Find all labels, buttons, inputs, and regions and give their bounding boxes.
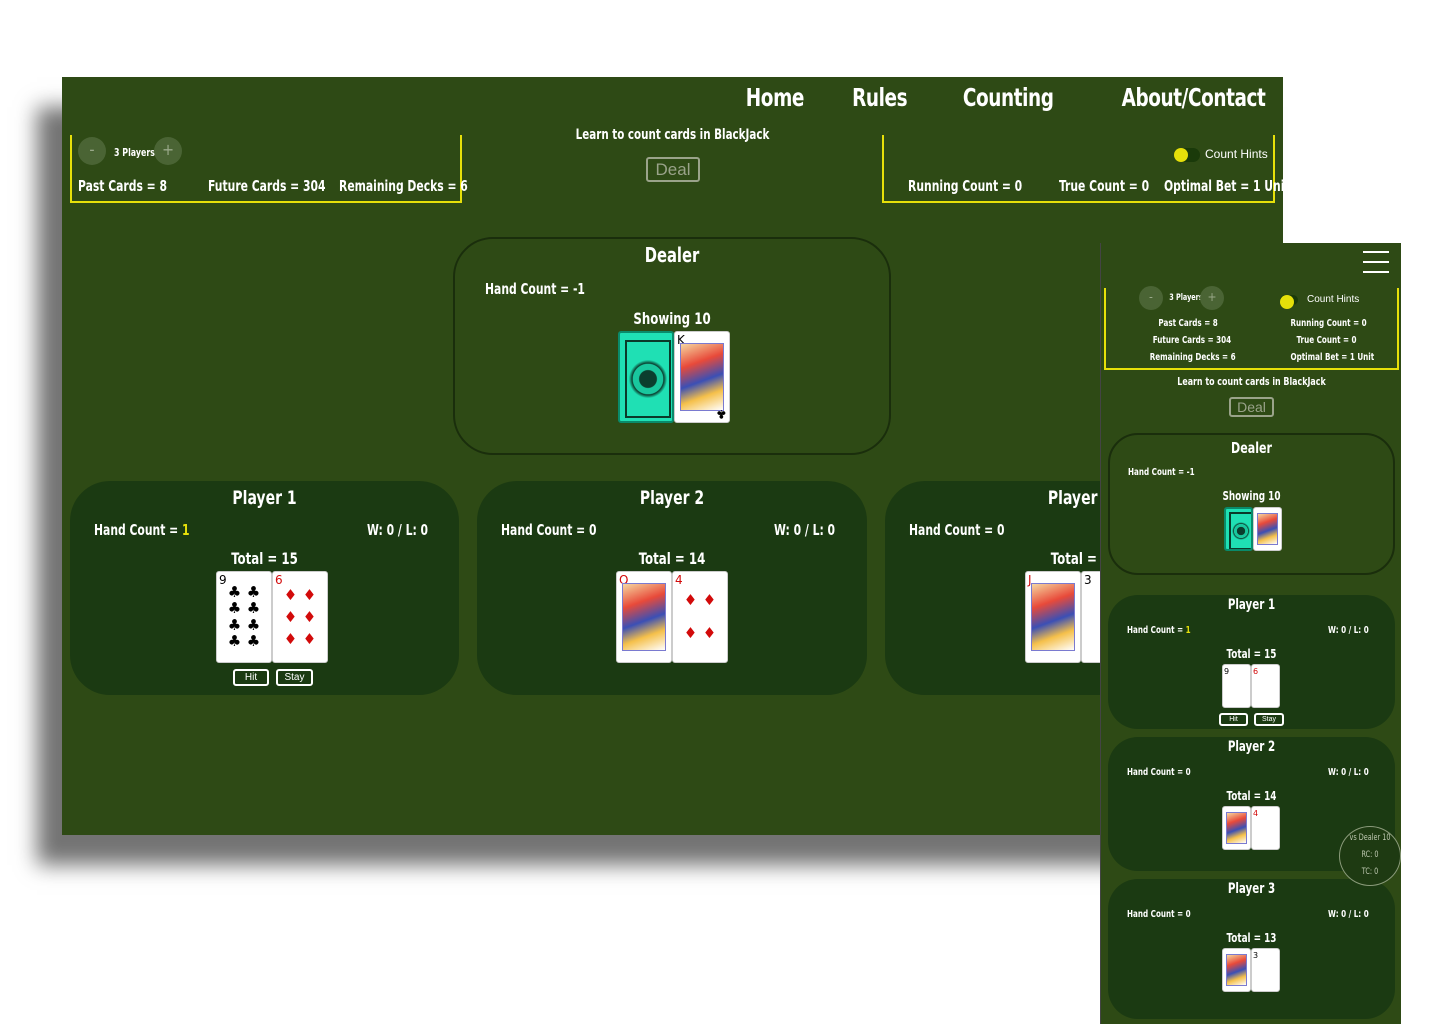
player-3-hand-count: Hand Count = 0 [909, 521, 1005, 539]
mobile-optimal-bet-stat: Optimal Bet = 1 Unit [1290, 352, 1375, 363]
mobile-count-hints-toggle[interactable] [1280, 295, 1298, 309]
mobile-player-2-hand-count: Hand Count = 0 [1127, 767, 1191, 778]
mobile-player-3-panel: Player 3 Hand Count = 0 W: 0 / L: 0 Tota… [1108, 879, 1395, 1019]
player-1-panel: Player 1 Hand Count = 1 W: 0 / L: 0 Tota… [70, 481, 459, 695]
hint-tc: TC: 0 [1361, 867, 1379, 877]
mobile-player-2-total: Total = 14 [1226, 789, 1277, 803]
player-2-card-4-diamonds: 4 ♦ ♦ ♦ ♦ [672, 571, 728, 663]
mobile-past-cards-stat: Past Cards = 8 [1158, 318, 1218, 329]
dealer-card-king: K ♣ [674, 331, 730, 423]
remaining-decks-stat: Remaining Decks = 6 [339, 177, 468, 195]
players-count-label: 3 Players [114, 146, 155, 159]
player-2-title: Player 2 [639, 487, 705, 509]
mobile-player-1-record: W: 0 / L: 0 [1328, 625, 1369, 636]
player-1-hand-count: Hand Count = 1 [94, 521, 190, 539]
mobile-dealer-card-back [1224, 507, 1253, 551]
hamburger-menu-icon[interactable] [1363, 251, 1389, 273]
future-cards-stat: Future Cards = 304 [208, 177, 326, 195]
mobile-remove-player-button[interactable]: - [1139, 286, 1163, 310]
mobile-player-1-panel: Player 1 Hand Count = 1 W: 0 / L: 0 Tota… [1108, 595, 1395, 729]
player-2-record: W: 0 / L: 0 [774, 521, 836, 539]
mobile-player-1-stay-button[interactable]: Stay [1254, 713, 1284, 726]
mobile-tagline: Learn to count cards in BlackJack [1177, 375, 1326, 388]
mobile-player-2-card-4: 4 [1251, 806, 1280, 850]
mobile-dealer-panel: Dealer Hand Count = -1 Showing 10 [1108, 433, 1395, 575]
dealer-showing: Showing 10 [633, 309, 711, 328]
mobile-dealer-hand-count: Hand Count = -1 [1128, 467, 1195, 478]
mobile-player-1-total: Total = 15 [1226, 647, 1277, 661]
top-nav: Home Rules Counting About/Contact [733, 83, 1266, 112]
mobile-player-2-title: Player 2 [1227, 739, 1276, 755]
mobile-player-1-card-9: 9 [1222, 664, 1251, 708]
mobile-add-player-button[interactable]: + [1200, 286, 1224, 310]
mobile-future-cards-stat: Future Cards = 304 [1152, 335, 1232, 346]
mobile-player-3-total: Total = 13 [1226, 931, 1277, 945]
mobile-player-3-card-jack [1222, 948, 1251, 992]
mobile-player-2-card-queen [1222, 806, 1251, 850]
player-2-hand-count: Hand Count = 0 [501, 521, 597, 539]
mobile-player-2-record: W: 0 / L: 0 [1328, 767, 1369, 778]
mobile-deal-button[interactable]: Deal [1229, 397, 1274, 417]
mobile-player-1-hand-count: Hand Count = 1 [1127, 625, 1191, 636]
player-1-card-6-diamonds: 6 ♦ ♦ ♦ ♦ ♦ ♦ [272, 571, 328, 663]
mobile-players-count-label: 3 Players [1169, 293, 1203, 303]
player-1-card-9-clubs: 9 ♣ ♣ ♣ ♣ ♣ ♣ ♣ ♣ [216, 571, 272, 663]
mobile-running-count-stat: Running Count = 0 [1290, 318, 1367, 329]
mobile-dealer-title: Dealer [1231, 439, 1272, 457]
mobile-dealer-showing: Showing 10 [1222, 489, 1281, 503]
player-2-total: Total = 14 [638, 549, 706, 568]
count-hint-bubble: vs Dealer 10 RC: 0 TC: 0 [1339, 826, 1401, 886]
count-hints-label: Count Hints [1205, 147, 1268, 161]
dealer-title: Dealer [644, 243, 700, 267]
player-1-record: W: 0 / L: 0 [367, 521, 429, 539]
mobile-player-1-title: Player 1 [1227, 597, 1276, 613]
mobile-player-3-hand-count: Hand Count = 0 [1127, 909, 1191, 920]
hint-vs-dealer: vs Dealer 10 [1349, 833, 1391, 843]
running-count-stat: Running Count = 0 [908, 177, 1023, 195]
optimal-bet-stat: Optimal Bet = 1 Unit [1164, 177, 1283, 195]
player-2-card-queen: Q [616, 571, 672, 663]
nav-about-contact[interactable]: About/Contact [1121, 83, 1265, 112]
past-cards-stat: Past Cards = 8 [78, 177, 167, 195]
mobile-true-count-stat: True Count = 0 [1296, 335, 1357, 346]
mobile-player-1-card-6: 6 [1251, 664, 1280, 708]
mobile-player-3-card-3: 3 [1251, 948, 1280, 992]
player-1-hit-button[interactable]: Hit [233, 669, 269, 686]
deal-button[interactable]: Deal [646, 157, 700, 182]
player-3-card-jack: J [1025, 571, 1081, 663]
mobile-window: - 3 Players + Count Hints Past Cards = 8… [1100, 243, 1401, 1024]
mobile-dealer-card-king [1253, 507, 1282, 551]
dealer-hand-count-label: Hand Count = -1 [485, 280, 585, 298]
mobile-count-hints-label: Count Hints [1307, 294, 1360, 305]
remove-player-button[interactable]: - [78, 137, 106, 165]
nav-counting[interactable]: Counting [963, 83, 1054, 112]
player-1-total: Total = 15 [231, 549, 298, 568]
mobile-player-1-hit-button[interactable]: Hit [1219, 713, 1248, 726]
dealer-panel: Dealer Hand Count = -1 Showing 10 K ♣ [453, 237, 891, 455]
nav-home[interactable]: Home [746, 83, 805, 112]
player-2-panel: Player 2 Hand Count = 0 W: 0 / L: 0 Tota… [477, 481, 867, 695]
hint-rc: RC: 0 [1361, 850, 1379, 860]
true-count-stat: True Count = 0 [1059, 177, 1150, 195]
player-1-stay-button[interactable]: Stay [276, 669, 313, 686]
count-hints-toggle[interactable] [1174, 148, 1200, 162]
mobile-player-3-record: W: 0 / L: 0 [1328, 909, 1369, 920]
mobile-remaining-decks-stat: Remaining Decks = 6 [1149, 352, 1236, 363]
mobile-player-3-title: Player 3 [1227, 881, 1276, 897]
player-1-title: Player 1 [232, 487, 297, 509]
dealer-hand-count-value: -1 [572, 280, 585, 298]
dealer-card-back [618, 331, 674, 423]
nav-rules[interactable]: Rules [852, 83, 908, 112]
